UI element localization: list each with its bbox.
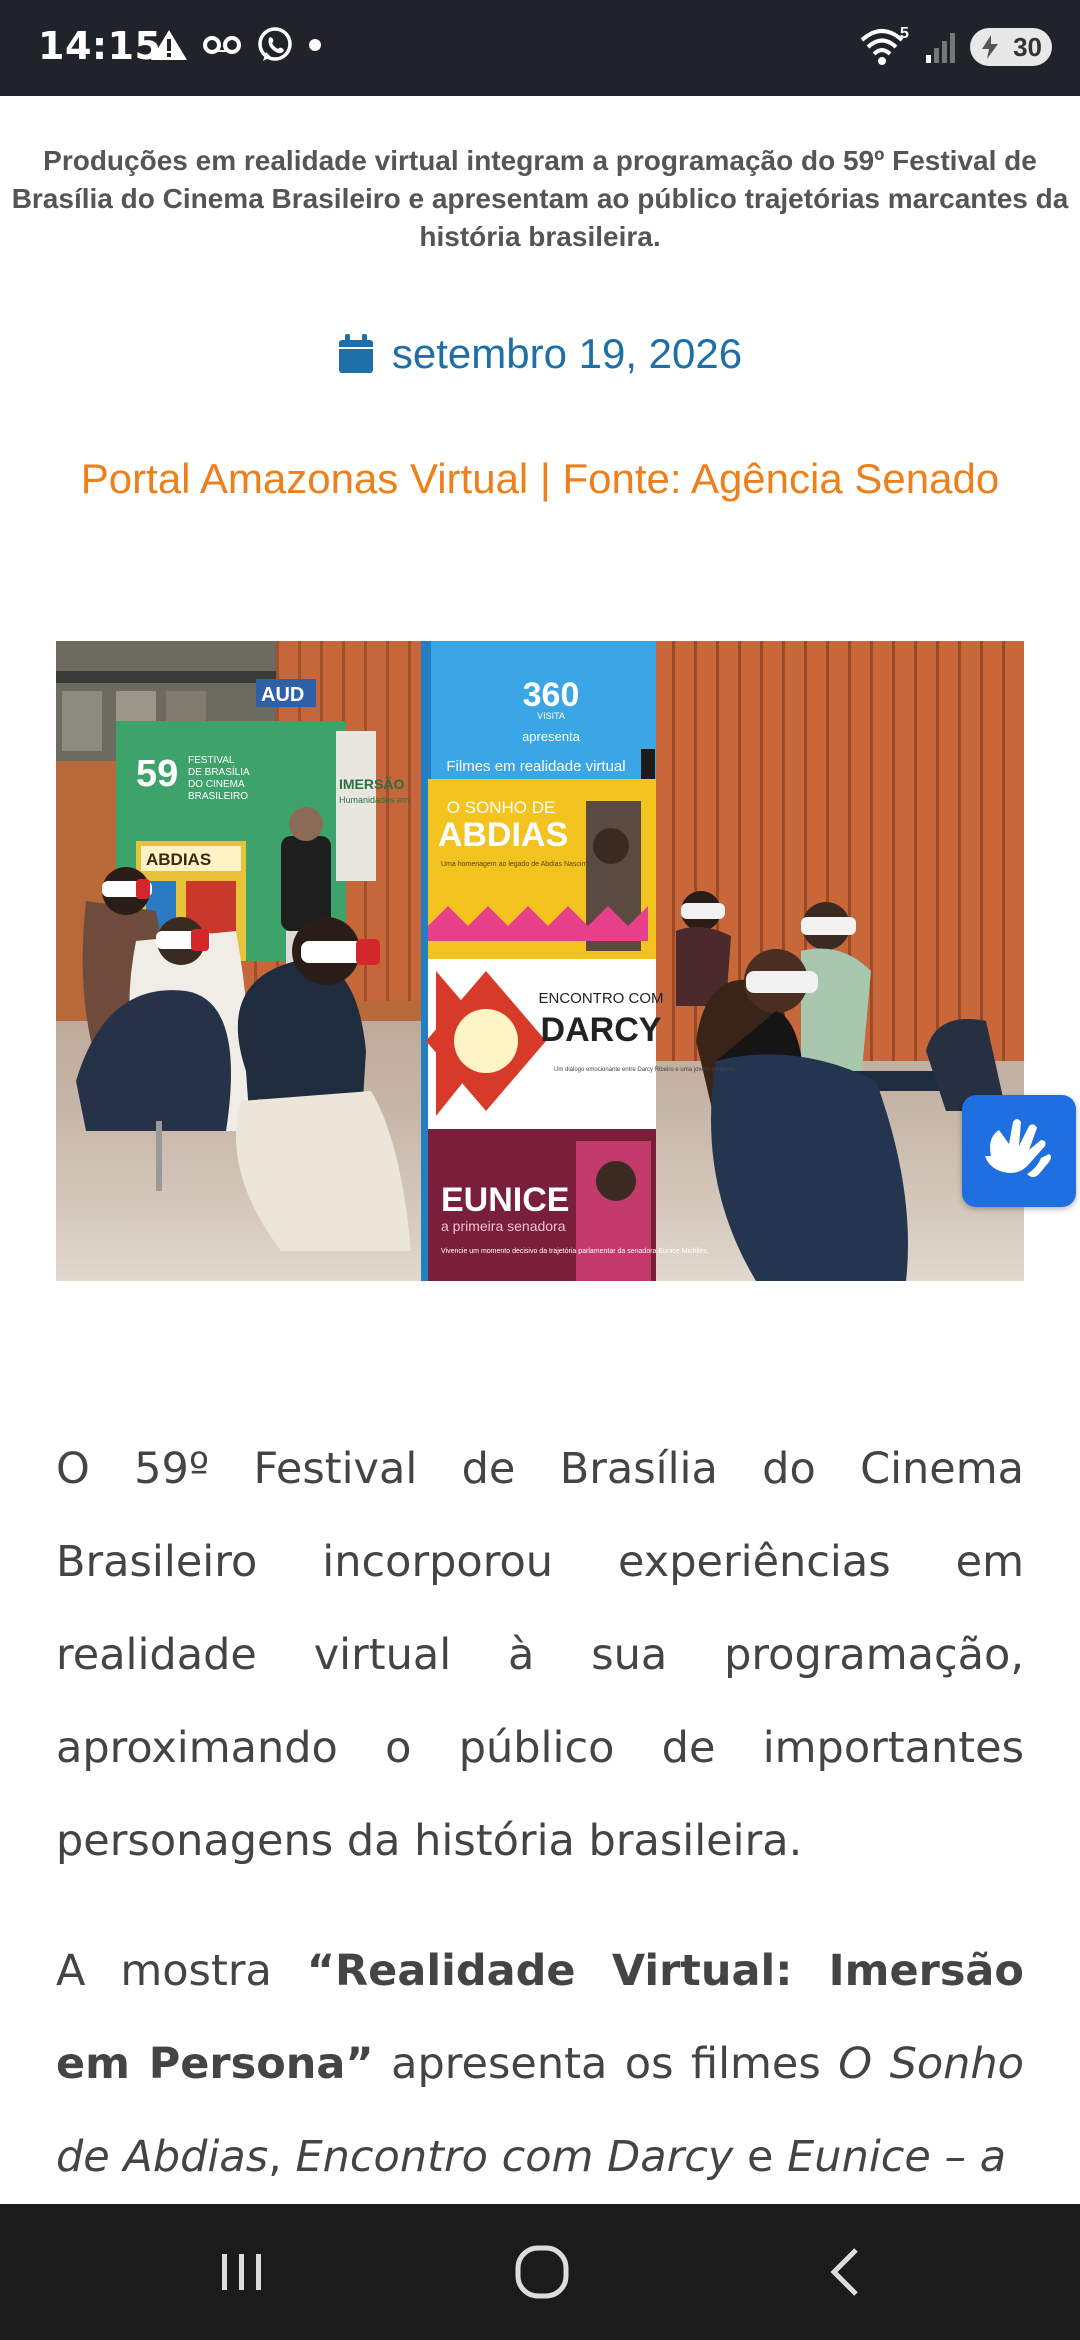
article-paragraph-1: O 59º Festival de Brasília do Cinema Bra… bbox=[56, 1444, 1024, 1866]
whatsapp-icon bbox=[258, 27, 292, 61]
film3-title: EUNICE bbox=[441, 1181, 569, 1219]
p2-text: A mostra bbox=[56, 1946, 307, 1996]
backdrop-line: FESTIVAL bbox=[188, 755, 235, 766]
banner-heading: Filmes em realidade virtual bbox=[446, 758, 625, 775]
film3-sub: a primeira senadora bbox=[441, 1218, 566, 1234]
p2-text: apresenta os filmes bbox=[373, 2039, 839, 2089]
hero-photo: AUD 59 FESTIVAL DE BRASÍLIA DO CINEMA BR… bbox=[56, 641, 1024, 1281]
clock: 14:15 bbox=[38, 24, 162, 68]
voicemail-icon bbox=[203, 36, 241, 54]
publish-date: setembro 19, 2026 bbox=[391, 330, 743, 377]
notification-icons bbox=[150, 26, 322, 64]
network-badge: 5 bbox=[900, 26, 909, 42]
standing-man bbox=[281, 836, 331, 931]
film1-caption: Uma homenagem ao legado de Abdias Nascim… bbox=[441, 861, 603, 868]
chair-dark-right bbox=[711, 1054, 908, 1281]
film3-caption: Vivencie um momento decisivo da trajetór… bbox=[441, 1248, 709, 1255]
backdrop-line: DO CINEMA bbox=[188, 779, 245, 790]
recents-icon[interactable] bbox=[214, 2244, 270, 2300]
backdrop-number: 59 bbox=[136, 753, 178, 795]
film1-top: O SONHO DE bbox=[447, 798, 556, 817]
film-title: Encontro com Darcy bbox=[295, 2132, 734, 2182]
backdrop-title: IMERSÃO bbox=[339, 775, 404, 792]
dot-icon bbox=[309, 39, 321, 51]
battery-icon: 30 bbox=[970, 28, 1052, 66]
sign-language-button[interactable] bbox=[962, 1095, 1076, 1207]
sign-aud-label: AUD bbox=[261, 684, 304, 706]
article-source[interactable]: Portal Amazonas Virtual | Fonte: Agência… bbox=[0, 455, 1080, 503]
battery-level: 30 bbox=[1013, 31, 1042, 62]
system-icons: 5 30 bbox=[858, 26, 1052, 68]
banner-logo: 360 bbox=[523, 676, 580, 714]
wifi-icon: 5 bbox=[860, 26, 909, 65]
sign-language-icon bbox=[985, 1119, 1051, 1177]
calendar-icon bbox=[338, 334, 373, 373]
headline-remnant bbox=[0, 96, 1080, 100]
article-subtitle: Produções em realidade virtual integram … bbox=[11, 145, 1069, 252]
status-bar: 14:15 5 30 bbox=[0, 0, 1080, 96]
navigation-bar bbox=[0, 2204, 1080, 2340]
warning-icon bbox=[151, 30, 187, 60]
p2-text: e bbox=[733, 2132, 788, 2182]
banner-apresenta: apresenta bbox=[522, 729, 581, 744]
film2-title: DARCY bbox=[541, 1011, 662, 1049]
backdrop-line: DE BRASÍLIA bbox=[188, 765, 250, 778]
back-icon[interactable] bbox=[820, 2244, 876, 2300]
backdrop-sub: Humanidades em bbox=[339, 795, 410, 805]
film1-title: ABDIAS bbox=[438, 816, 568, 854]
home-icon[interactable] bbox=[512, 2242, 572, 2302]
backdrop-line: BRASILEIRO bbox=[188, 791, 248, 802]
p2-text: , bbox=[268, 2132, 296, 2182]
abdias-poster-label: ABDIAS bbox=[146, 850, 211, 869]
date-row: setembro 19, 2026 bbox=[0, 330, 1080, 378]
film2-caption: Um diálogo emocionante entre Darcy Ribei… bbox=[554, 1067, 736, 1073]
banner-logo-sub: VISITA bbox=[537, 711, 565, 721]
article-paragraph-2: A mostra “Realidade Virtual: Imersão em … bbox=[56, 1925, 1024, 2204]
film-title: Eunice – a bbox=[787, 2132, 1007, 2182]
signal-icon bbox=[926, 33, 955, 63]
film2-top: ENCONTRO COM bbox=[539, 990, 664, 1007]
